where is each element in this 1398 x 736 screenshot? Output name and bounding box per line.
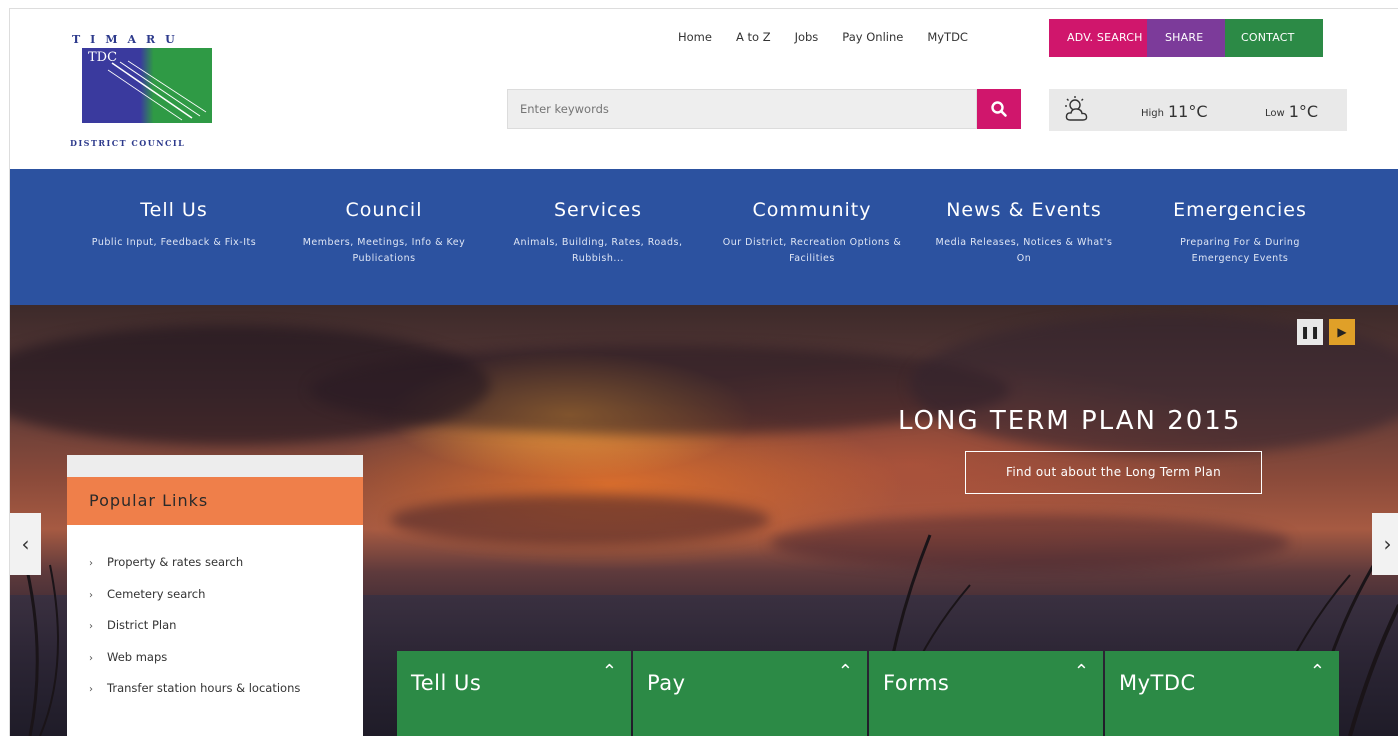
site-logo[interactable]: TIMARU TDC DISTRICT COUNCIL xyxy=(70,33,222,155)
tile-forms[interactable]: Forms ⌃ xyxy=(869,651,1103,736)
nav-item-tell-us[interactable]: Tell Us Public Input, Feedback & Fix-Its xyxy=(72,169,276,305)
panel-top-strip xyxy=(67,455,363,477)
weather-high-label: High xyxy=(1141,108,1164,119)
logo-emblem: TDC xyxy=(82,48,212,123)
popular-links-heading: Popular Links xyxy=(67,477,363,525)
list-item-label: Property & rates search xyxy=(107,555,244,569)
tile-tell-us[interactable]: Tell Us ⌃ xyxy=(397,651,631,736)
utility-nav: Home A to Z Jobs Pay Online MyTDC xyxy=(678,23,992,51)
link-home[interactable]: Home xyxy=(678,23,712,51)
chevron-up-icon: ⌃ xyxy=(837,661,853,682)
hero-slider: ❚❚ ▶ LONG TERM PLAN 2015 Find out about … xyxy=(10,305,1398,736)
weather-low: Low 1°C xyxy=(1265,101,1319,121)
logo-top-text: TIMARU xyxy=(72,33,185,46)
popular-link-property-rates[interactable]: › Property & rates search xyxy=(89,547,363,579)
weather-high-value: 11°C xyxy=(1167,102,1208,121)
list-item-label: Transfer station hours & locations xyxy=(107,681,301,695)
logo-bottom-text: DISTRICT COUNCIL xyxy=(70,138,186,148)
weather-high: High 11°C xyxy=(1141,101,1208,121)
list-item-label: District Plan xyxy=(107,618,177,632)
weather-widget: High 11°C Low 1°C xyxy=(1049,89,1347,131)
pause-button[interactable]: ❚❚ xyxy=(1297,319,1323,345)
chevron-up-icon: ⌃ xyxy=(601,661,617,682)
tile-label: MyTDC xyxy=(1119,671,1196,695)
link-jobs[interactable]: Jobs xyxy=(795,23,819,51)
list-item-label: Web maps xyxy=(107,649,168,664)
share-button[interactable]: SHARE xyxy=(1147,19,1225,57)
nav-subtitle: Preparing For & During Emergency Events xyxy=(1180,237,1300,264)
hero-cta-button[interactable]: Find out about the Long Term Plan xyxy=(965,451,1262,494)
main-nav: Tell Us Public Input, Feedback & Fix-Its… xyxy=(10,169,1398,305)
chevron-right-icon: › xyxy=(89,684,93,695)
link-mytdc[interactable]: MyTDC xyxy=(927,23,968,51)
nav-subtitle: Our District, Recreation Options & Facil… xyxy=(722,237,902,264)
chevron-up-icon: ⌃ xyxy=(1309,661,1325,682)
nav-title: Emergencies xyxy=(1173,199,1307,221)
tile-label: Forms xyxy=(883,671,950,695)
slider-prev-button[interactable]: ‹ xyxy=(10,513,41,575)
weather-low-label: Low xyxy=(1265,108,1285,119)
chevron-left-icon: ‹ xyxy=(21,532,30,556)
quick-action-tiles: Tell Us ⌃ Pay ⌃ Forms ⌃ MyTDC ⌃ xyxy=(397,651,1341,736)
cloud-sun-icon xyxy=(1063,95,1093,131)
utility-buttons: ADV. SEARCH SHARE CONTACT xyxy=(1049,19,1323,57)
popular-link-cemetery[interactable]: › Cemetery search xyxy=(89,579,363,611)
nav-subtitle: Members, Meetings, Info & Key Publicatio… xyxy=(302,237,466,264)
popular-link-web-maps[interactable]: › Web maps xyxy=(89,642,363,674)
chevron-right-icon: › xyxy=(89,621,93,632)
nav-title: Community xyxy=(752,199,872,221)
weather-low-value: 1°C xyxy=(1288,102,1319,121)
search-icon xyxy=(991,101,1007,117)
nav-item-council[interactable]: Council Members, Meetings, Info & Key Pu… xyxy=(284,169,484,305)
nav-subtitle: Public Input, Feedback & Fix-Its xyxy=(91,237,257,248)
chevron-right-icon: › xyxy=(89,558,93,569)
page-frame: TIMARU TDC DISTRICT COUNCIL Home A to Z … xyxy=(9,8,1398,736)
chevron-up-icon: ⌃ xyxy=(1073,661,1089,682)
popular-links-panel: Popular Links › Property & rates search ›… xyxy=(67,455,363,736)
search-input[interactable] xyxy=(508,90,972,128)
nav-item-news-events[interactable]: News & Events Media Releases, Notices & … xyxy=(924,169,1124,305)
nav-item-community[interactable]: Community Our District, Recreation Optio… xyxy=(712,169,912,305)
popular-link-transfer-station[interactable]: › Transfer station hours & locations xyxy=(89,673,363,705)
chevron-right-icon: › xyxy=(89,589,93,601)
nav-title: News & Events xyxy=(946,199,1102,221)
tile-mytdc[interactable]: MyTDC ⌃ xyxy=(1105,651,1339,736)
link-pay-online[interactable]: Pay Online xyxy=(842,23,903,51)
nav-title: Tell Us xyxy=(140,199,208,221)
nav-subtitle: Media Releases, Notices & What's On xyxy=(935,237,1113,264)
nav-title: Services xyxy=(553,199,643,221)
slider-next-button[interactable]: › xyxy=(1372,513,1398,575)
link-a-to-z[interactable]: A to Z xyxy=(736,23,771,51)
search-box xyxy=(507,89,977,129)
tile-label: Tell Us xyxy=(411,671,482,695)
nav-title: Council xyxy=(345,199,423,221)
play-button[interactable]: ▶ xyxy=(1329,319,1355,345)
adv-search-button[interactable]: ADV. SEARCH xyxy=(1049,19,1147,57)
contact-button[interactable]: CONTACT xyxy=(1225,19,1323,57)
tile-label: Pay xyxy=(647,671,686,695)
pause-icon: ❚❚ xyxy=(1299,325,1321,339)
popular-links-list: › Property & rates search › Cemetery searc… xyxy=(67,525,363,705)
hero-title: LONG TERM PLAN 2015 xyxy=(898,406,1242,436)
play-icon: ▶ xyxy=(1337,325,1347,339)
list-item-label: Cemetery search xyxy=(107,586,206,601)
logo-streak-icon xyxy=(107,60,207,121)
tile-pay[interactable]: Pay ⌃ xyxy=(633,651,867,736)
nav-item-services[interactable]: Services Animals, Building, Rates, Roads… xyxy=(498,169,698,305)
nav-subtitle: Animals, Building, Rates, Roads, Rubbish… xyxy=(513,237,683,264)
nav-item-emergencies[interactable]: Emergencies Preparing For & During Emerg… xyxy=(1140,169,1340,305)
chevron-right-icon: › xyxy=(89,652,93,664)
chevron-right-icon: › xyxy=(1383,532,1392,556)
popular-link-district-plan[interactable]: › District Plan xyxy=(89,610,363,642)
search-button[interactable] xyxy=(977,89,1021,129)
